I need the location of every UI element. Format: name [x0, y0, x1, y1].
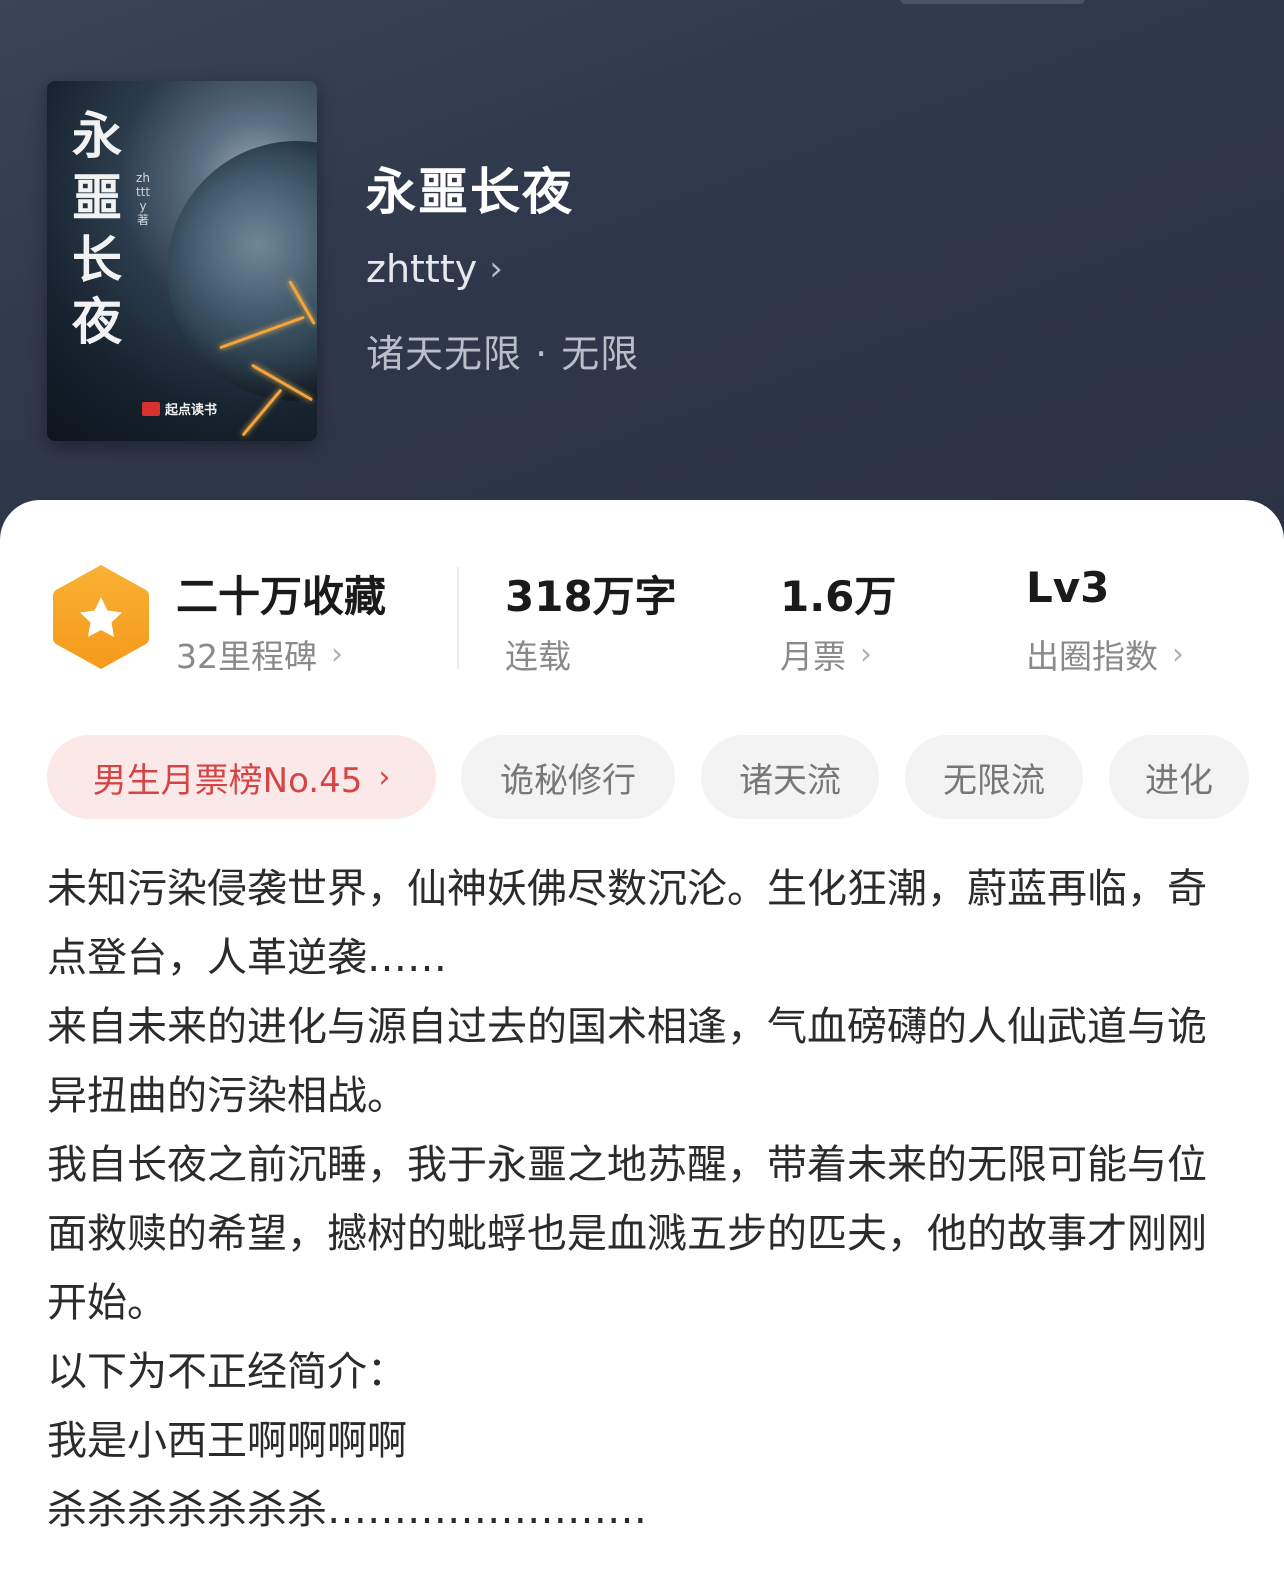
- rank-tag-label: 男生月票榜No.45: [92, 760, 363, 801]
- serial-status-label: 连载: [505, 637, 571, 676]
- serial-status: 连载: [505, 630, 571, 678]
- milestone-link[interactable]: 32里程碑 ›: [176, 630, 343, 678]
- description-paragraph: 我自长夜之前沉睡，我于永噩之地苏醒，带着未来的无限可能与位面救赎的希望，撼树的蚍…: [47, 1142, 1207, 1326]
- popularity-level: Lv3: [1026, 563, 1110, 612]
- book-description[interactable]: 未知污染侵袭世界，仙神妖佛尽数沉沦。生化狂潮，蔚蓝再临，奇点登台，人革逆袭…… …: [47, 855, 1237, 1545]
- milestone-label: 32里程碑: [176, 637, 317, 676]
- rank-tag[interactable]: 男生月票榜No.45 ›: [47, 735, 436, 819]
- description-paragraph: 来自未来的进化与源自过去的国术相逢，气血磅礴的人仙武道与诡异扭曲的污染相战。: [47, 1004, 1207, 1119]
- description-paragraph: 我是小西王啊啊啊啊: [47, 1418, 407, 1464]
- chevron-right-icon: ›: [378, 759, 391, 795]
- brand-name: 起点读书: [165, 403, 218, 418]
- chevron-right-icon: ›: [1172, 636, 1184, 672]
- book-cover[interactable]: 永噩长夜 zhttty 著 起点读书: [47, 81, 317, 441]
- tag-item[interactable]: 无限流: [905, 735, 1083, 819]
- cover-author: zhttty 著: [135, 171, 151, 227]
- description-paragraph: 杀杀杀杀杀杀杀……………………: [47, 1487, 647, 1533]
- status-pill: [900, 0, 1085, 4]
- favorites-count: 二十万收藏: [176, 572, 387, 621]
- star-hexagon-icon: [53, 565, 149, 669]
- popularity-index-link[interactable]: 出圈指数 ›: [1026, 630, 1184, 678]
- author-name: zhttty: [366, 247, 478, 291]
- cover-planet: [167, 141, 317, 401]
- tag-item[interactable]: 诡秘修行: [461, 735, 675, 819]
- book-genre: 诸天无限 · 无限: [366, 332, 640, 376]
- monthly-ticket-link[interactable]: 月票 ›: [780, 630, 872, 678]
- cover-title: 永噩长夜: [72, 106, 122, 351]
- description-paragraph: 以下为不正经简介：: [47, 1349, 407, 1395]
- monthly-ticket-label: 月票: [780, 637, 846, 676]
- author-link[interactable]: zhttty ›: [366, 247, 503, 291]
- brand-logo-icon: [142, 401, 160, 416]
- stats-divider: [457, 567, 459, 669]
- tag-item[interactable]: 诸天流: [701, 735, 879, 819]
- description-paragraph: 未知污染侵袭世界，仙神妖佛尽数沉沦。生化狂潮，蔚蓝再临，奇点登台，人革逆袭……: [47, 866, 1207, 981]
- book-title: 永噩长夜: [366, 163, 574, 221]
- tag-item[interactable]: 进化: [1109, 735, 1249, 819]
- chevron-right-icon: ›: [489, 249, 503, 289]
- chevron-right-icon: ›: [331, 636, 343, 672]
- word-count: 318万字: [505, 572, 677, 621]
- popularity-index-label: 出圈指数: [1026, 637, 1158, 676]
- book-header: 永噩长夜 zhttty 著 起点读书 永噩长夜 zhttty › 诸天无限 · …: [0, 0, 1284, 560]
- chevron-right-icon: ›: [860, 636, 872, 672]
- cover-brand: 起点读书: [142, 399, 217, 418]
- monthly-ticket-count: 1.6万: [780, 572, 897, 621]
